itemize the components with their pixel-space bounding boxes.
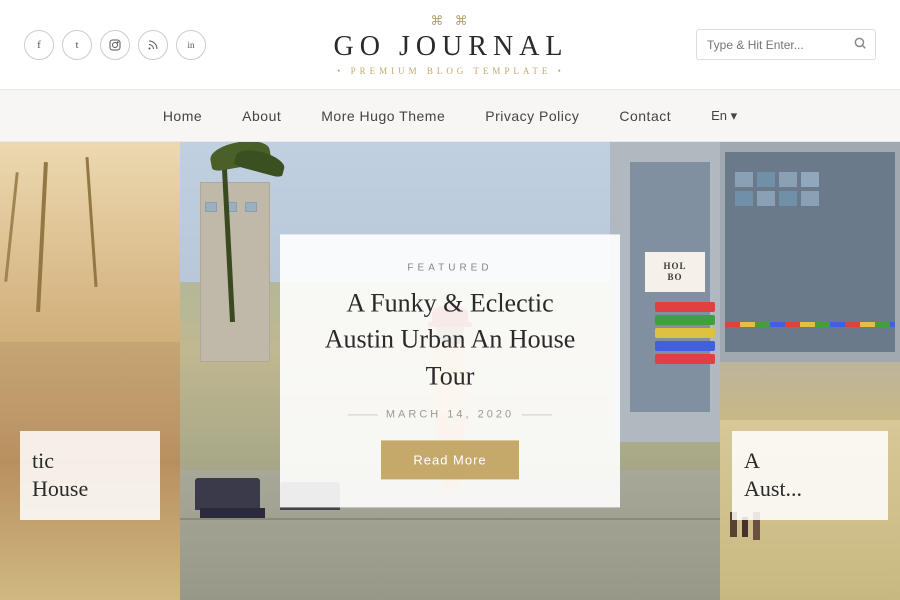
twitter-icon[interactable]: t bbox=[62, 30, 92, 60]
brand: ⌘ ⌘ GO JOURNAL PREMIUM BLOG TEMPLATE bbox=[206, 13, 696, 76]
featured-label: FEATURED bbox=[316, 262, 584, 273]
card-right[interactable]: AAust... bbox=[720, 142, 900, 600]
instagram-icon[interactable] bbox=[100, 30, 130, 60]
card-left-overlay: ticHouse bbox=[20, 431, 160, 520]
nav-item-home[interactable]: Home bbox=[163, 108, 202, 124]
nav-bar: Home About More Hugo Theme Privacy Polic… bbox=[0, 90, 900, 142]
hero-carousel: ticHouse HOLBO bbox=[0, 142, 900, 600]
search-input[interactable] bbox=[707, 38, 847, 52]
featured-title: A Funky & Eclectic Austin Urban An House… bbox=[316, 285, 584, 394]
social-icons: f t in bbox=[24, 30, 206, 60]
card-left[interactable]: ticHouse bbox=[0, 142, 180, 600]
facebook-icon[interactable]: f bbox=[24, 30, 54, 60]
search-area[interactable] bbox=[696, 29, 876, 60]
nav-language-selector[interactable]: En ▾ bbox=[711, 108, 737, 124]
card-right-title: AAust... bbox=[744, 447, 876, 504]
card-left-title: ticHouse bbox=[32, 447, 148, 504]
brand-subtitle: PREMIUM BLOG TEMPLATE bbox=[206, 66, 696, 76]
nav-item-more-hugo[interactable]: More Hugo Theme bbox=[321, 108, 445, 124]
featured-card-overlay: FEATURED A Funky & Eclectic Austin Urban… bbox=[280, 234, 620, 507]
card-right-overlay: AAust... bbox=[732, 431, 888, 520]
rss-icon[interactable] bbox=[138, 30, 168, 60]
featured-date: MARCH 14, 2020 bbox=[316, 409, 584, 421]
nav-item-contact[interactable]: Contact bbox=[619, 108, 671, 124]
brand-leaf-decoration: ⌘ ⌘ bbox=[206, 13, 696, 29]
brand-title[interactable]: GO JOURNAL bbox=[206, 31, 696, 63]
nav-item-privacy[interactable]: Privacy Policy bbox=[485, 108, 579, 124]
top-bar: f t in ⌘ ⌘ GO JOURNAL PREMIUM BLOG TEMPL… bbox=[0, 0, 900, 90]
search-button[interactable] bbox=[853, 36, 867, 53]
nav-item-about[interactable]: About bbox=[242, 108, 281, 124]
linkedin-icon[interactable]: in bbox=[176, 30, 206, 60]
read-more-button[interactable]: Read More bbox=[381, 441, 518, 480]
card-center[interactable]: HOLBO bbox=[180, 142, 720, 600]
